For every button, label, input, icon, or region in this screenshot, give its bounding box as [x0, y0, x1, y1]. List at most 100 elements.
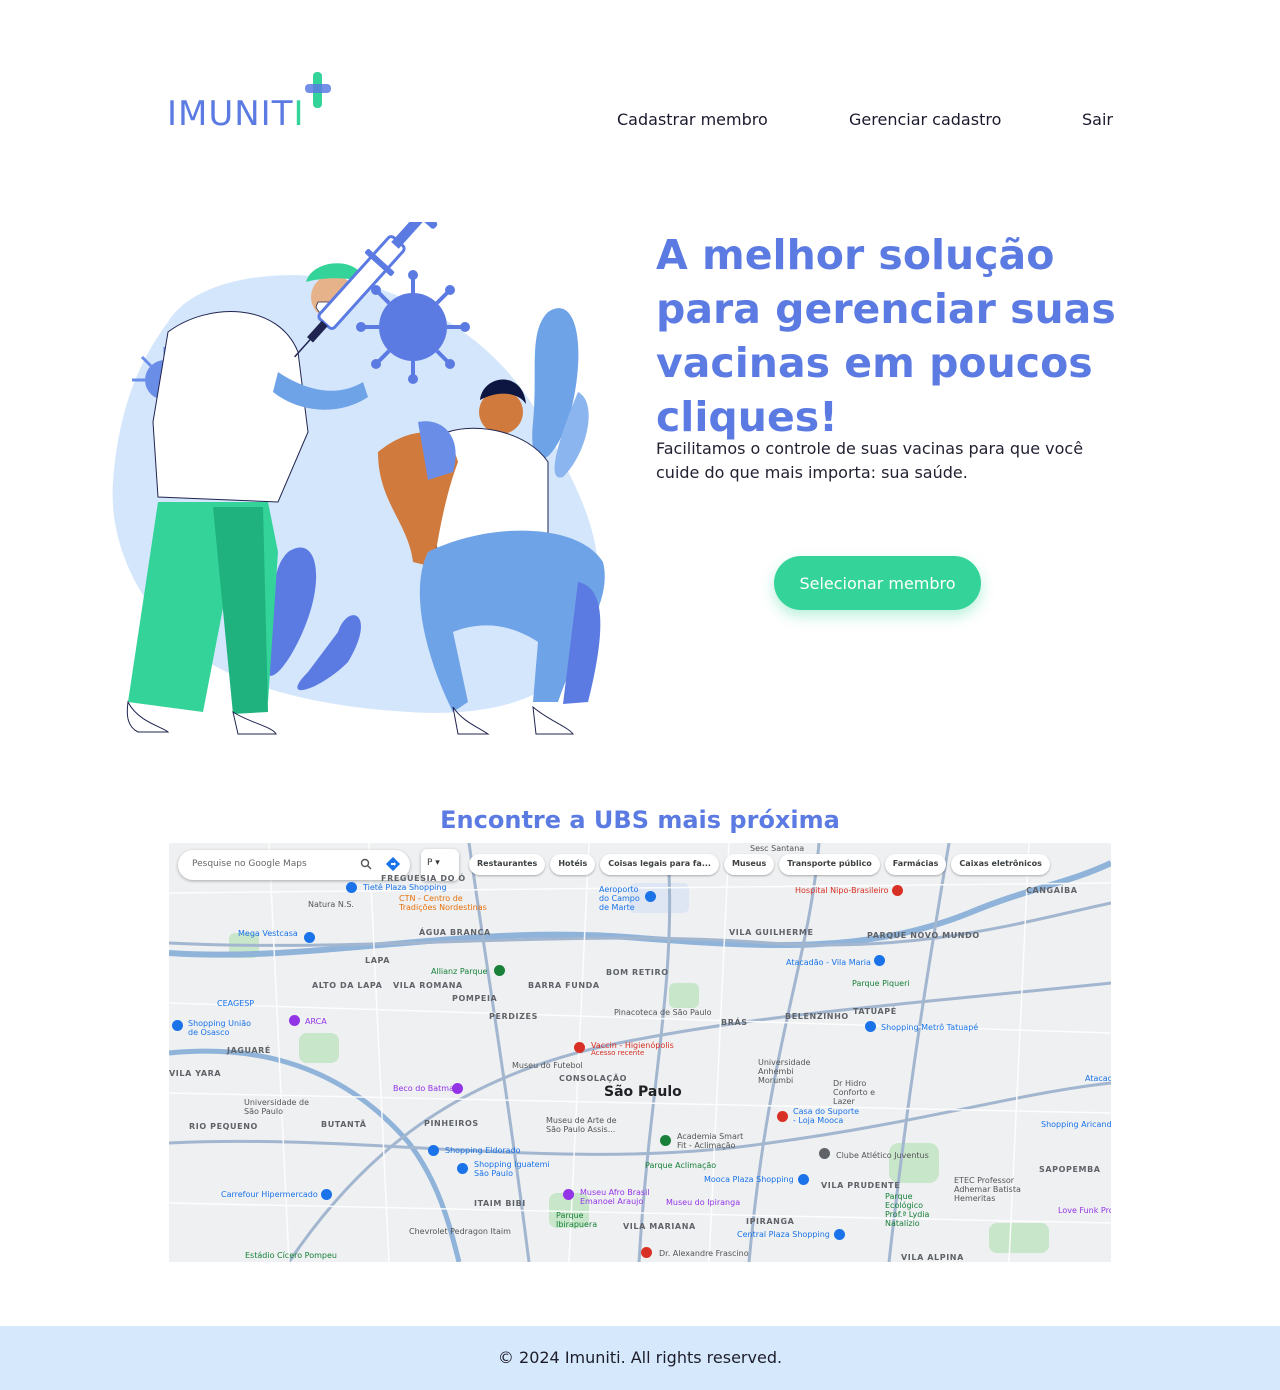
- poi-label[interactable]: Dr. Alexandre Frascino: [659, 1249, 749, 1258]
- nav-cadastrar-membro[interactable]: Cadastrar membro: [617, 110, 768, 129]
- district-label: RIO PEQUENO: [189, 1122, 258, 1131]
- footer-copyright: © 2024 Imuniti. All rights reserved.: [497, 1348, 783, 1367]
- search-icon[interactable]: [360, 858, 372, 870]
- poi-label[interactable]: Shopping Eldorado: [445, 1146, 521, 1155]
- logo-text: IMUNITI: [167, 94, 305, 134]
- poi-label[interactable]: Mooca Plaza Shopping: [704, 1175, 794, 1184]
- poi-label[interactable]: Museu do Futebol: [512, 1061, 583, 1070]
- shopping-pin-icon[interactable]: [346, 882, 357, 893]
- hospital-pin-icon[interactable]: [641, 1247, 652, 1258]
- chip-caixas[interactable]: Caixas eletrônicos: [951, 854, 1050, 875]
- poi-label[interactable]: Parque Aclimação: [645, 1161, 716, 1170]
- poi-label[interactable]: Universidade de São Paulo: [244, 1098, 314, 1116]
- club-pin-icon[interactable]: [819, 1148, 830, 1159]
- poi-label[interactable]: Academia Smart Fit - Aclimação: [677, 1132, 747, 1150]
- shopping-pin-icon[interactable]: [874, 955, 885, 966]
- poi-label[interactable]: Central Plaza Shopping: [737, 1230, 830, 1239]
- district-label: CONSOLAÇÃO: [559, 1074, 628, 1083]
- chip-coisas-legais[interactable]: Coisas legais para fa...: [600, 854, 719, 875]
- directions-icon[interactable]: [386, 857, 400, 871]
- poi-label[interactable]: Sesc Santana: [750, 844, 804, 853]
- logo[interactable]: IMUNITI: [167, 72, 337, 134]
- shopping-pin-icon[interactable]: [172, 1020, 183, 1031]
- poi-label[interactable]: ARCA: [305, 1017, 327, 1026]
- map-search-input[interactable]: Pesquise no Google Maps: [178, 850, 410, 880]
- district-label: VILA ROMANA: [393, 981, 463, 990]
- shopping-pin-icon[interactable]: [865, 1021, 876, 1032]
- district-label: VILA ALPINA: [901, 1253, 964, 1262]
- poi-label[interactable]: Pinacoteca de São Paulo: [614, 1008, 712, 1017]
- district-label: VILA GUILHERME: [729, 928, 814, 937]
- district-label: VILA PRUDENTE: [821, 1181, 901, 1190]
- district-label: BUTANTÃ: [321, 1120, 367, 1129]
- district-label: POMPEIA: [452, 994, 498, 1003]
- poi-label[interactable]: Dr Hidro Conforto e Lazer: [833, 1079, 883, 1106]
- poi-label[interactable]: Aeroporto do Campo de Marte: [599, 885, 649, 912]
- poi-label[interactable]: Mega Vestcasa: [238, 929, 298, 938]
- gym-pin-icon[interactable]: [660, 1135, 671, 1146]
- shopping-pin-icon[interactable]: [457, 1163, 468, 1174]
- shopping-pin-icon[interactable]: [428, 1145, 439, 1156]
- poi-label[interactable]: CEAGESP: [217, 999, 254, 1008]
- chip-farmacias[interactable]: Farmácias: [884, 854, 947, 875]
- district-label: IPIRANGA: [746, 1217, 795, 1226]
- poi-label[interactable]: Shopping Metrô Tatuapé: [881, 1023, 978, 1032]
- nav-sair[interactable]: Sair: [1082, 110, 1113, 129]
- hero-subtitle: Facilitamos o controle de suas vacinas p…: [656, 439, 1084, 482]
- nav-gerenciar-cadastro[interactable]: Gerenciar cadastro: [849, 110, 1001, 129]
- poi-label[interactable]: Casa do Suporte - Loja Mooca: [793, 1107, 863, 1125]
- hero-title: A melhor solução para gerenciar suas vac…: [656, 231, 1116, 441]
- poi-label[interactable]: Love Funk Pro: [1058, 1206, 1111, 1215]
- museum-pin-icon[interactable]: [563, 1189, 574, 1200]
- district-label: TATUAPÉ: [853, 1007, 897, 1016]
- poi-label[interactable]: Tietê Plaza Shopping: [363, 883, 447, 892]
- district-label: PINHEIROS: [424, 1119, 479, 1128]
- poi-label[interactable]: CTN - Centro de Tradições Nordestinas: [399, 894, 489, 912]
- poi-label[interactable]: Museu do Ipiranga: [666, 1198, 740, 1207]
- clinic-pin-icon[interactable]: [574, 1042, 585, 1053]
- poi-label[interactable]: Shopping Aricanduva: [1041, 1120, 1111, 1129]
- poi-label[interactable]: Clube Atlético Juventus: [836, 1151, 929, 1160]
- poi-label[interactable]: Parque Ibirapuera: [556, 1211, 597, 1229]
- poi-label[interactable]: Natura N.S.: [308, 900, 354, 909]
- chip-transporte[interactable]: Transporte público: [779, 854, 880, 875]
- poi-label[interactable]: Carrefour Hipermercado: [221, 1190, 318, 1199]
- poi-label[interactable]: Parque Ecológico Prof.ª Lydia Natalízio: [885, 1192, 945, 1228]
- chip-hoteis[interactable]: Hotéis: [550, 854, 596, 875]
- poi-label[interactable]: Chevrolet Pedragon Itaim: [409, 1227, 511, 1236]
- poi-label[interactable]: Museu de Arte de São Paulo Assis...: [546, 1116, 626, 1134]
- hospital-pin-icon[interactable]: [892, 885, 903, 896]
- chip-museus[interactable]: Museus: [723, 854, 775, 875]
- shopping-pin-icon[interactable]: [834, 1229, 845, 1240]
- poi-label[interactable]: Estádio Cícero Pompeu: [245, 1251, 337, 1260]
- poi-label[interactable]: Atacadão: [1085, 1074, 1111, 1083]
- park-pin-icon[interactable]: [494, 965, 505, 976]
- district-label: BOM RETIRO: [606, 968, 669, 977]
- map-section-title: Encontre a UBS mais próxima: [440, 806, 840, 834]
- map-city-label: São Paulo: [604, 1084, 682, 1100]
- district-label: VILA MARIANA: [623, 1222, 696, 1231]
- poi-label[interactable]: Shopping Iguatemi São Paulo: [474, 1160, 554, 1178]
- district-label: CANGAÍBA: [1026, 886, 1078, 895]
- poi-label[interactable]: Hospital Nipo-Brasileiro: [795, 886, 889, 895]
- district-label: ITAIM BIBI: [474, 1199, 526, 1208]
- poi-label[interactable]: Museu Afro Brasil Emanoel Araujo: [580, 1188, 650, 1206]
- poi-label[interactable]: Atacadão - Vila Maria: [786, 958, 871, 967]
- poi-label[interactable]: ETEC Professor Adhemar Batista Hemeritas: [954, 1176, 1049, 1203]
- poi-label[interactable]: Beco do Batman: [393, 1084, 459, 1093]
- store-pin-icon[interactable]: [777, 1111, 788, 1122]
- poi-label[interactable]: Parque Piqueri: [852, 979, 910, 988]
- ubs-map[interactable]: Pesquise no Google Maps P ▾ Restaurantes…: [169, 843, 1111, 1262]
- poi-label[interactable]: Universidade Anhembi Morumbi: [758, 1058, 828, 1085]
- poi-label[interactable]: Shopping União de Osasco: [188, 1019, 258, 1037]
- chip-restaurantes[interactable]: Restaurantes: [469, 854, 546, 875]
- shopping-pin-icon[interactable]: [304, 932, 315, 943]
- cart-pin-icon[interactable]: [321, 1189, 332, 1200]
- shopping-bag-icon[interactable]: [289, 1015, 300, 1026]
- select-member-button[interactable]: Selecionar membro: [774, 556, 981, 610]
- district-label: BARRA FUNDA: [528, 981, 600, 990]
- poi-label[interactable]: Allianz Parque: [431, 967, 487, 976]
- district-label: PARQUE NOVO MUNDO: [867, 931, 980, 940]
- shopping-pin-icon[interactable]: [798, 1174, 809, 1185]
- district-label: ALTO DA LAPA: [312, 981, 383, 990]
